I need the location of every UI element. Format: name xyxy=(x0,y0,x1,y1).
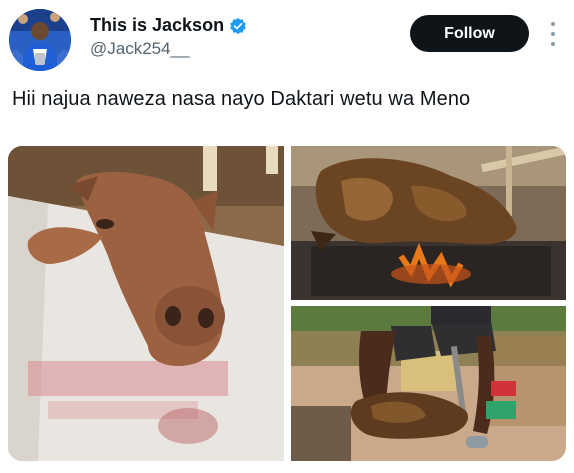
tweet-header: This is Jackson @Jack254__ Follow xyxy=(0,0,574,80)
author-names: This is Jackson @Jack254__ xyxy=(90,15,247,59)
media-grid xyxy=(8,146,566,461)
follow-button[interactable]: Follow xyxy=(410,15,529,52)
display-name[interactable]: This is Jackson xyxy=(90,15,224,36)
photo-cow-head-on-sack[interactable] xyxy=(8,146,284,461)
author-handle[interactable]: @Jack254__ xyxy=(90,39,247,59)
display-name-row: This is Jackson xyxy=(90,15,247,36)
photo-head-roasting-on-fire[interactable] xyxy=(291,146,566,300)
verified-badge-icon xyxy=(229,17,247,35)
photo-man-with-head-and-machete[interactable] xyxy=(291,306,566,461)
profile-avatar-icon xyxy=(9,9,71,71)
vertical-ellipsis-icon[interactable] xyxy=(547,22,559,46)
tweet-text: Hii najua naweza nasa nayo Daktari wetu … xyxy=(12,88,471,110)
avatar[interactable] xyxy=(9,9,71,71)
